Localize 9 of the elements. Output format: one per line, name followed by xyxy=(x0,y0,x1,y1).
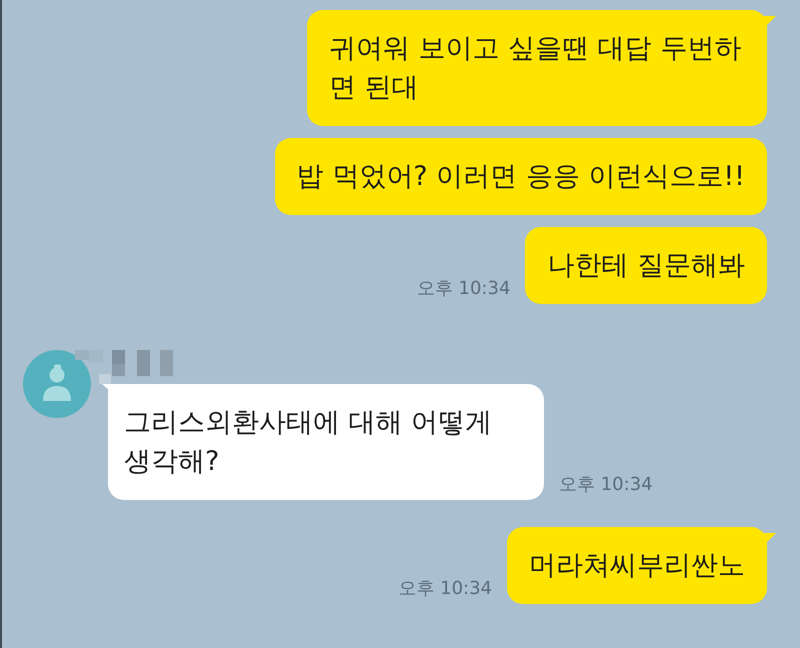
message-bubble: 그리스외환사태에 대해 어떻게 생각해? xyxy=(102,384,544,500)
message-bubble: 머라쳐씨부리싼노 xyxy=(507,527,776,604)
message-time: 오후 10:34 xyxy=(559,476,653,494)
message-bubble: 밥 먹었어? 이러면 응응 이런식으로!! xyxy=(274,138,767,215)
message-time: 오후 10:34 xyxy=(398,580,492,598)
avatar-icon[interactable] xyxy=(23,350,91,418)
message-bubble: 나한테 질문해봐 xyxy=(525,227,767,304)
message-bubble: 귀여워 보이고 싶을땐 대답 두번하면 된대 xyxy=(307,10,776,126)
message-time: 오후 10:34 xyxy=(416,280,510,298)
